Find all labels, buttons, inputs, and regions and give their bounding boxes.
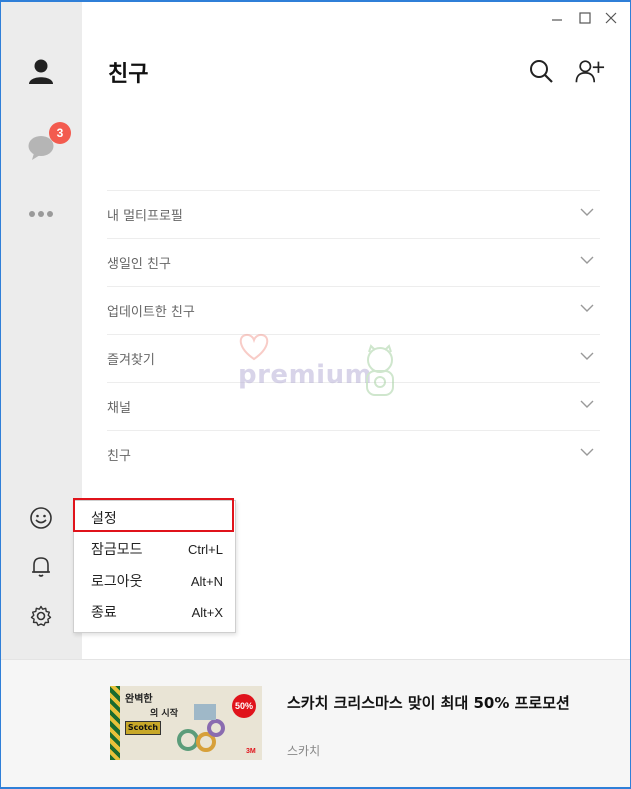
menu-item-label: 로그아웃 [91,574,143,590]
maximize-icon [579,12,591,24]
emoji-nav-icon[interactable] [23,500,59,536]
sidebar: 3 [1,2,82,659]
ad-image[interactable]: 완벽한 의 시작 Scotch 50% 3M [110,686,262,760]
emoji-icon [30,507,52,529]
section-label: 내 멀티프로필 [107,209,183,224]
menu-item-shortcut: Alt+N [190,573,223,589]
settings-nav-icon[interactable] [23,598,59,634]
menu-item-label: 종료 [91,605,117,621]
ad-banner[interactable]: 완벽한 의 시작 Scotch 50% 3M 스카치 크리스마스 맞이 최대 5… [1,659,630,787]
ad-image-products [176,698,226,754]
ad-image-corner-logo: 3M [246,748,256,755]
chevron-down-icon [580,304,594,312]
section-friends[interactable]: 친구 [107,430,600,478]
maximize-button[interactable] [575,8,595,28]
chevron-down-icon [580,448,594,456]
chevron-down-icon [580,208,594,216]
section-label: 즐겨찾기 [107,353,155,368]
watermark-text: premium [238,360,373,390]
menu-item-quit[interactable]: 종료 Alt+X [74,597,235,627]
section-label: 업데이트한 친구 [107,305,195,320]
ad-advertiser: 스카치 [287,744,321,758]
ad-image-brand: Scotch [125,721,161,735]
menu-item-settings[interactable]: 설정 [73,498,235,533]
menu-item-label: 잠금모드 [91,542,143,558]
ad-image-border [110,686,120,760]
person-icon [29,59,53,84]
section-birthday-friends[interactable]: 생일인 친구 [107,238,600,286]
bell-icon [32,557,50,577]
minimize-button[interactable] [547,8,567,28]
ad-image-headline: 완벽한 [125,694,153,705]
settings-menu: 설정 잠금모드 Ctrl+L 로그아웃 Alt+N 종료 Alt+X [73,498,236,633]
highlight-box [73,498,234,532]
chevron-down-icon [580,256,594,264]
ad-title[interactable]: 스카치 크리스마스 맞이 최대 50% 프로모션 [287,692,587,714]
gear-icon [30,605,52,627]
page-title: 친구 [108,62,149,87]
tape-rolls-icon [177,704,225,752]
section-multiprofile[interactable]: 내 멀티프로필 [107,190,600,238]
unread-badge: 3 [49,122,71,144]
search-icon [530,60,553,83]
ad-discount-badge: 50% [232,694,256,718]
chevron-down-icon [580,352,594,360]
friends-nav-person-icon[interactable] [23,53,59,89]
heart-icon [239,333,269,361]
close-icon [605,12,617,24]
more-icon [29,211,53,217]
menu-item-shortcut: Ctrl+L [187,541,223,557]
section-label: 채널 [107,401,131,416]
section-label: 친구 [107,449,131,464]
menu-item-shortcut: Alt+X [191,604,223,620]
ad-image-line2: 의 시작 [150,709,178,719]
add-friend-button[interactable] [575,56,605,86]
premium-watermark: premium [236,332,406,402]
minimize-icon [552,19,562,21]
close-button[interactable] [601,8,621,28]
search-button[interactable] [526,56,556,86]
chevron-down-icon [580,400,594,408]
menu-item-logout[interactable]: 로그아웃 Alt+N [74,566,235,596]
notifications-nav-icon[interactable] [23,548,59,584]
more-nav-icon[interactable] [23,196,59,232]
menu-item-lock-mode[interactable]: 잠금모드 Ctrl+L [74,534,235,564]
add-friend-icon [575,60,605,83]
section-updated-friends[interactable]: 업데이트한 친구 [107,286,600,334]
section-label: 생일인 친구 [107,257,171,272]
lucky-cat-icon [366,344,394,396]
